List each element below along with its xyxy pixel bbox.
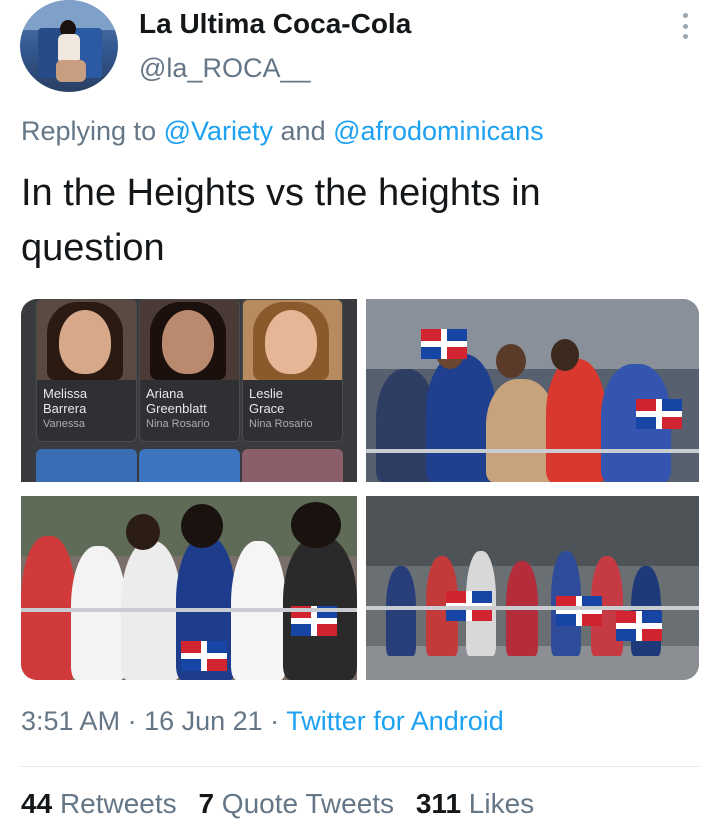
- tweet-client-link[interactable]: Twitter for Android: [286, 706, 504, 736]
- replying-to: Replying to @Variety and @afrodominicans: [21, 116, 544, 147]
- cast-photo: [140, 300, 239, 380]
- cast-role: Nina Rosario: [146, 418, 210, 430]
- author-handle[interactable]: @la_ROCA__: [139, 53, 310, 84]
- tweet-date[interactable]: 16 Jun 21: [144, 706, 263, 736]
- replying-to-prefix: Replying to: [21, 116, 164, 146]
- cast-card: Leslie Grace Nina Rosario: [242, 299, 343, 442]
- replying-to-joiner: and: [273, 116, 334, 146]
- media-image-street-parade[interactable]: [366, 496, 699, 680]
- cast-card: Ariana Greenblatt Nina Rosario: [139, 299, 240, 442]
- retweets-stat[interactable]: 44 Retweets: [21, 788, 177, 819]
- divider: [21, 766, 699, 767]
- tweet-timestamp: 3:51 AM · 16 Jun 21 · Twitter for Androi…: [21, 706, 504, 736]
- media-image-parade-crowd[interactable]: [366, 299, 699, 482]
- media-grid: Melissa Barrera Vanessa Ariana Greenblatt …: [21, 299, 699, 680]
- cast-name: Leslie Grace: [249, 386, 285, 416]
- cast-role: Vanessa: [43, 418, 85, 430]
- media-image-women-crowd[interactable]: [21, 496, 357, 680]
- mention-variety[interactable]: @Variety: [164, 116, 273, 146]
- tweet-text: In the Heights vs the heights in questio…: [21, 172, 541, 269]
- cast-role: Nina Rosario: [249, 418, 313, 430]
- likes-stat[interactable]: 311 Likes: [416, 788, 534, 819]
- quote-tweets-stat[interactable]: 7 Quote Tweets: [198, 788, 394, 819]
- media-image-cast[interactable]: Melissa Barrera Vanessa Ariana Greenblatt …: [21, 299, 357, 482]
- cast-name: Melissa Barrera: [43, 386, 88, 416]
- cast-card-partial: [36, 449, 137, 482]
- engagement-stats: 44 Retweets 7 Quote Tweets 311 Likes: [21, 788, 548, 820]
- mention-afrodominicans[interactable]: @afrodominicans: [333, 116, 544, 146]
- avatar[interactable]: [20, 0, 118, 92]
- cast-name: Ariana Greenblatt: [146, 386, 207, 416]
- author-display-name[interactable]: La Ultima Coca-Cola: [139, 8, 411, 40]
- cast-photo: [243, 300, 342, 380]
- cast-card: Melissa Barrera Vanessa: [36, 299, 137, 442]
- cast-card-partial: [139, 449, 240, 482]
- more-options-icon[interactable]: [674, 10, 696, 42]
- cast-card-partial: [242, 449, 343, 482]
- tweet-time[interactable]: 3:51 AM: [21, 706, 120, 736]
- cast-photo: [37, 300, 136, 380]
